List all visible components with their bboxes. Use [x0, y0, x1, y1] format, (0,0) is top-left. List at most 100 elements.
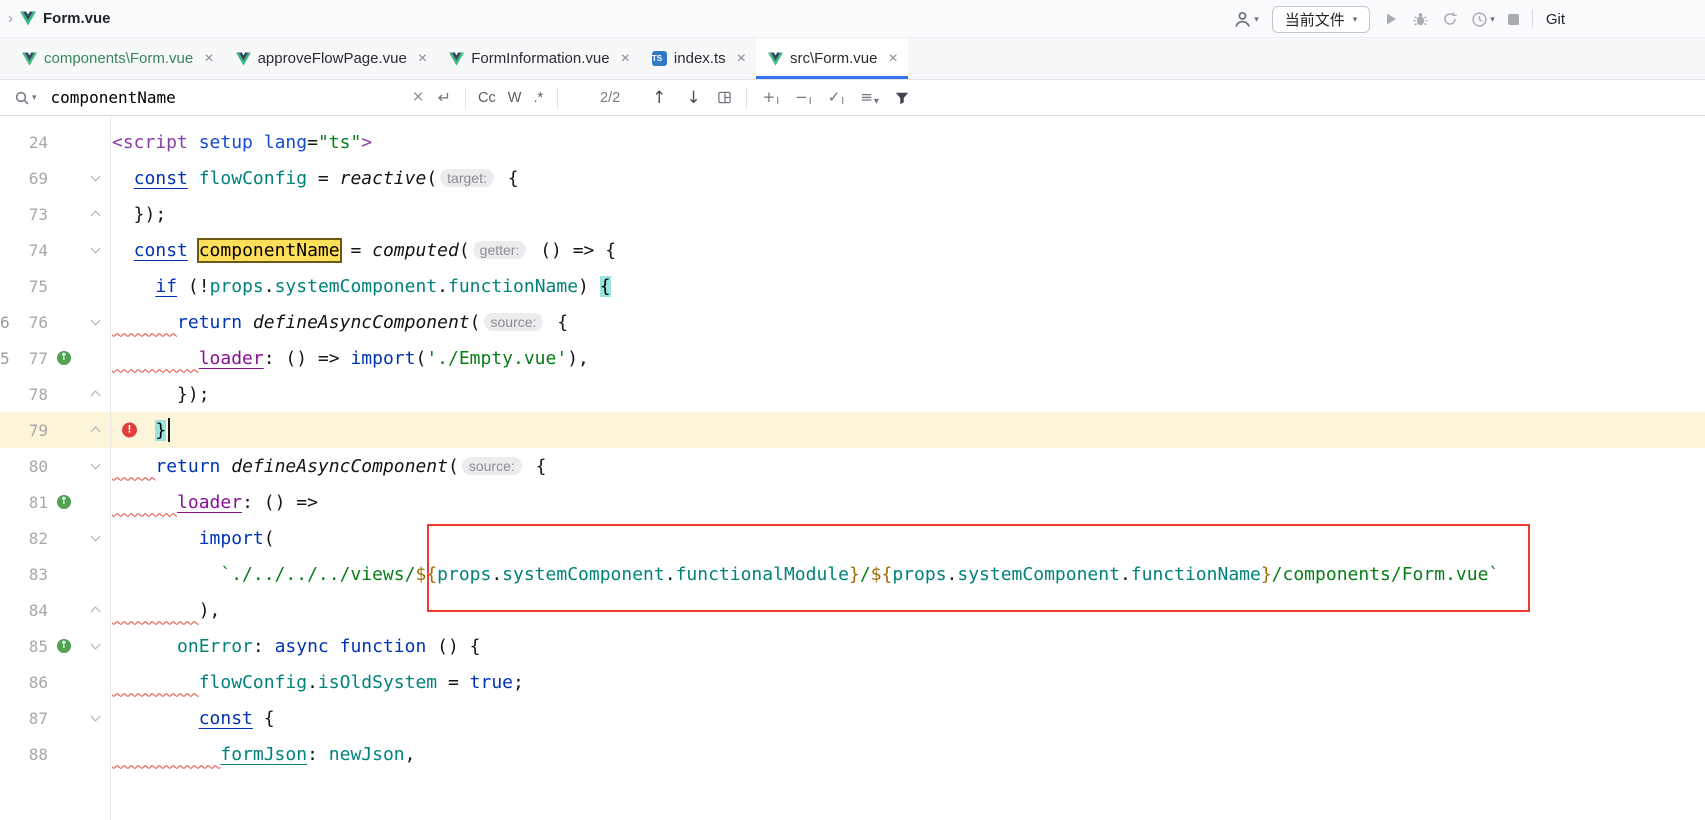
- previous-match-icon[interactable]: ↑: [652, 88, 666, 108]
- code-line-24[interactable]: 24 <script setup lang="ts">: [0, 124, 1705, 160]
- run-history-button[interactable]: ▾: [1471, 11, 1495, 28]
- editor[interactable]: 24<script setup lang="ts">69 const flowC…: [0, 116, 1705, 820]
- search-input[interactable]: componentName: [51, 88, 413, 107]
- line-number[interactable]: 84: [12, 601, 48, 620]
- tab-approveflowpage-vue[interactable]: approveFlowPage.vue×: [224, 38, 438, 79]
- tab-components-form-vue[interactable]: components\Form.vue×: [10, 38, 224, 79]
- fold-collapse-icon[interactable]: [90, 607, 100, 617]
- fold-collapse-icon[interactable]: [90, 211, 100, 221]
- line-number[interactable]: 76: [12, 313, 48, 332]
- code-text[interactable]: const {: [110, 700, 1705, 736]
- stop-button[interactable]: [1508, 14, 1519, 25]
- search-icon[interactable]: [14, 90, 30, 106]
- search-history-chevron-icon[interactable]: ▾: [32, 92, 37, 103]
- code-line-82[interactable]: 82 import(: [0, 520, 1705, 556]
- rerun-button[interactable]: [1442, 11, 1458, 27]
- code-line-69[interactable]: 69 const flowConfig = reactive(target: {: [0, 160, 1705, 196]
- line-number[interactable]: 24: [12, 133, 48, 152]
- code-line-87[interactable]: 87 const {: [0, 700, 1705, 736]
- code-text[interactable]: onError: async function () {: [110, 628, 1705, 664]
- select-all-occurrences-icon[interactable]: ✓I: [828, 88, 845, 107]
- code-text[interactable]: import(: [110, 520, 1705, 556]
- code-line-85[interactable]: 85 ↑ onError: async function () {: [0, 628, 1705, 664]
- code-line-80[interactable]: 80 return defineAsyncComponent(source: {: [0, 448, 1705, 484]
- fold-expand-icon[interactable]: [90, 532, 100, 542]
- regex-toggle[interactable]: .*: [533, 90, 543, 106]
- code-line-75[interactable]: 75 if (!props.systemComponent.functionNa…: [0, 268, 1705, 304]
- code-text[interactable]: formJson: newJson,: [110, 736, 1705, 772]
- gutter-usage-icon[interactable]: ↑: [57, 639, 71, 653]
- tab-close-icon[interactable]: ×: [418, 51, 427, 67]
- fold-expand-icon[interactable]: [90, 460, 100, 470]
- line-number[interactable]: 74: [12, 241, 48, 260]
- clear-search-icon[interactable]: ×: [413, 88, 424, 107]
- code-line-73[interactable]: 73 });: [0, 196, 1705, 232]
- match-case-toggle[interactable]: Cc: [478, 90, 496, 106]
- tab-close-icon[interactable]: ×: [737, 51, 746, 67]
- code-text[interactable]: ),: [110, 592, 1705, 628]
- code-line-88[interactable]: 88 formJson: newJson,: [0, 736, 1705, 772]
- code-text[interactable]: const componentName = computed(getter: (…: [110, 232, 1705, 268]
- fold-expand-icon[interactable]: [90, 316, 100, 326]
- code-text[interactable]: flowConfig.isOldSystem = true;: [110, 664, 1705, 700]
- code-line-86[interactable]: 86 flowConfig.isOldSystem = true;: [0, 664, 1705, 700]
- fold-expand-icon[interactable]: [90, 640, 100, 650]
- gutter-usage-icon[interactable]: ↑: [57, 495, 71, 509]
- fold-expand-icon[interactable]: [90, 172, 100, 182]
- code-line-74[interactable]: 74 const componentName = computed(getter…: [0, 232, 1705, 268]
- git-widget[interactable]: Git: [1546, 11, 1565, 28]
- debug-button[interactable]: [1412, 11, 1429, 28]
- run-configuration-select[interactable]: 当前文件 ▾: [1272, 6, 1371, 33]
- code-text[interactable]: return defineAsyncComponent(source: {: [110, 304, 1705, 340]
- code-text[interactable]: <script setup lang="ts">: [110, 124, 1705, 160]
- tab-close-icon[interactable]: ×: [888, 51, 897, 67]
- code-line-78[interactable]: 78 });: [0, 376, 1705, 412]
- search-results-list-icon[interactable]: ≡▾: [860, 88, 879, 107]
- code-line-83[interactable]: 83 `./../../../views/${props.systemCompo…: [0, 556, 1705, 592]
- code-text[interactable]: const flowConfig = reactive(target: {: [110, 160, 1705, 196]
- code-text[interactable]: });: [110, 196, 1705, 232]
- tab-close-icon[interactable]: ×: [204, 51, 213, 67]
- next-match-icon[interactable]: ↓: [686, 88, 700, 108]
- line-number[interactable]: 87: [12, 709, 48, 728]
- fold-expand-icon[interactable]: [90, 712, 100, 722]
- code-line-76[interactable]: 676 return defineAsyncComponent(source: …: [0, 304, 1705, 340]
- fold-collapse-icon[interactable]: [90, 391, 100, 401]
- code-text[interactable]: return defineAsyncComponent(source: {: [110, 448, 1705, 484]
- line-number[interactable]: 69: [12, 169, 48, 188]
- line-number[interactable]: 86: [12, 673, 48, 692]
- code-text[interactable]: if (!props.systemComponent.functionName)…: [110, 268, 1705, 304]
- line-number[interactable]: 78: [12, 385, 48, 404]
- open-in-tool-window-icon[interactable]: [717, 90, 732, 105]
- add-occurrence-icon[interactable]: +I: [763, 88, 780, 107]
- remove-occurrence-icon[interactable]: −I: [795, 88, 812, 107]
- tab-forminformation-vue[interactable]: FormInformation.vue×: [437, 38, 640, 79]
- code-text[interactable]: });: [110, 376, 1705, 412]
- code-line-84[interactable]: 84 ),: [0, 592, 1705, 628]
- line-number[interactable]: 80: [12, 457, 48, 476]
- tab-src-form-vue[interactable]: src\Form.vue×: [756, 38, 908, 79]
- whole-words-toggle[interactable]: W: [508, 90, 522, 106]
- code-line-77[interactable]: 577↑ loader: () => import('./Empty.vue')…: [0, 340, 1705, 376]
- code-text[interactable]: `./../../../views/${props.systemComponen…: [110, 556, 1705, 592]
- line-number[interactable]: 83: [12, 565, 48, 584]
- line-number[interactable]: 82: [12, 529, 48, 548]
- filter-icon[interactable]: [895, 91, 909, 105]
- code-line-81[interactable]: 81 ↑ loader: () =>: [0, 484, 1705, 520]
- line-number[interactable]: 79: [12, 421, 48, 440]
- line-number[interactable]: 81: [12, 493, 48, 512]
- user-menu-button[interactable]: ▾: [1233, 10, 1259, 29]
- line-number[interactable]: 77: [12, 349, 48, 368]
- tab-index-ts[interactable]: TSindex.ts×: [640, 38, 756, 79]
- code-text[interactable]: ! }: [110, 412, 1705, 448]
- line-number[interactable]: 88: [12, 745, 48, 764]
- line-number[interactable]: 73: [12, 205, 48, 224]
- line-number[interactable]: 75: [12, 277, 48, 296]
- fold-collapse-icon[interactable]: [90, 427, 100, 437]
- code-text[interactable]: loader: () =>: [110, 484, 1705, 520]
- code-text[interactable]: loader: () => import('./Empty.vue'),: [110, 340, 1705, 376]
- line-number[interactable]: 85: [12, 637, 48, 656]
- fold-expand-icon[interactable]: [90, 244, 100, 254]
- gutter-usage-icon[interactable]: ↑: [57, 351, 71, 365]
- multiline-search-toggle-icon[interactable]: ↵: [438, 88, 451, 108]
